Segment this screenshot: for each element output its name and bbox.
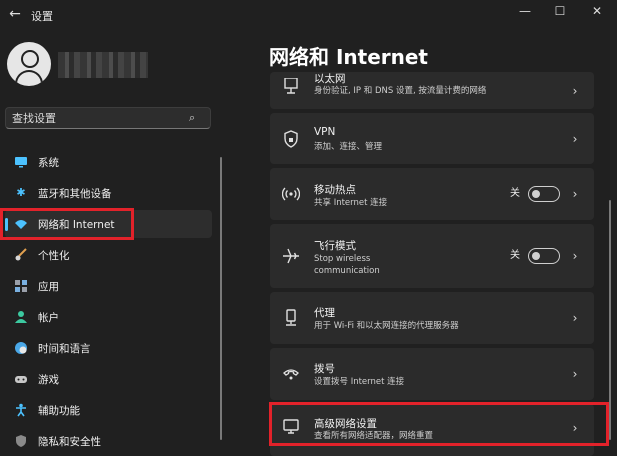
card-dialup[interactable]: 拨号 设置拨号 Internet 连接 › bbox=[270, 348, 594, 400]
sidebar-item-time-language[interactable]: 时间和语言 bbox=[5, 334, 212, 362]
toggle-state-label: 关 bbox=[510, 250, 520, 261]
card-subtitle: 添加、连接、管理 bbox=[314, 142, 383, 152]
card-ethernet[interactable]: 以太网 身份验证, IP 和 DNS 设置, 按流量计费的网络 › bbox=[270, 72, 594, 109]
toggle-knob bbox=[532, 252, 540, 260]
search-icon[interactable]: ⌕ bbox=[189, 111, 203, 125]
person-icon bbox=[14, 310, 28, 324]
sidebar-item-personalization[interactable]: 个性化 bbox=[5, 241, 212, 269]
chevron-right-icon: › bbox=[572, 367, 578, 381]
chevron-right-icon: › bbox=[572, 249, 578, 263]
close-button[interactable]: ✕ bbox=[578, 0, 616, 22]
sidebar-item-label: 个性化 bbox=[38, 250, 70, 262]
chevron-right-icon: › bbox=[572, 131, 578, 146]
card-subtitle-line2: communication bbox=[314, 266, 380, 276]
accessibility-icon bbox=[14, 403, 28, 417]
sidebar-item-label: 辅助功能 bbox=[38, 405, 80, 417]
blurred-account-name bbox=[58, 52, 148, 78]
sidebar-item-gaming[interactable]: 游戏 bbox=[5, 365, 212, 393]
sidebar-item-label: 应用 bbox=[38, 281, 59, 293]
card-title: 代理 bbox=[314, 307, 335, 319]
card-subtitle: 设置拨号 Internet 连接 bbox=[314, 377, 405, 387]
avatar-body-icon bbox=[15, 70, 43, 86]
mobile-hotspot-toggle[interactable] bbox=[528, 186, 560, 202]
dialup-icon bbox=[282, 365, 300, 383]
sidebar: ⌕ 系统 ✱ 蓝牙和其他设备 网络和 Internet 个性化 应用 帐户 bbox=[0, 30, 228, 448]
sidebar-item-accounts[interactable]: 帐户 bbox=[5, 303, 212, 331]
sidebar-item-apps[interactable]: 应用 bbox=[5, 272, 212, 300]
highlight-annotation-network bbox=[0, 208, 134, 240]
card-proxy[interactable]: 代理 用于 Wi-Fi 和以太网连接的代理服务器 › bbox=[270, 292, 594, 344]
search-box[interactable]: ⌕ bbox=[5, 107, 211, 129]
sidebar-item-label: 蓝牙和其他设备 bbox=[38, 188, 112, 200]
sidebar-item-label: 游戏 bbox=[38, 374, 59, 386]
app-title: 设置 bbox=[31, 10, 53, 23]
monitor-icon bbox=[14, 155, 28, 169]
proxy-icon bbox=[282, 309, 300, 327]
main-scrollbar[interactable] bbox=[609, 200, 611, 440]
card-title: VPN bbox=[314, 126, 336, 138]
sidebar-item-label: 帐户 bbox=[38, 312, 59, 324]
chevron-right-icon: › bbox=[572, 311, 578, 325]
gamepad-icon bbox=[14, 372, 28, 386]
chevron-right-icon: › bbox=[572, 83, 578, 98]
chevron-right-icon: › bbox=[572, 187, 578, 201]
highlight-annotation-advanced bbox=[269, 402, 609, 446]
sidebar-item-privacy[interactable]: 隐私和安全性 bbox=[5, 427, 212, 455]
back-arrow-icon[interactable]: ← bbox=[6, 5, 24, 23]
sidebar-item-bluetooth[interactable]: ✱ 蓝牙和其他设备 bbox=[5, 179, 212, 207]
card-vpn[interactable]: VPN 添加、连接、管理 › bbox=[270, 113, 594, 164]
brush-icon bbox=[14, 248, 28, 262]
hotspot-icon bbox=[282, 185, 300, 203]
card-subtitle: 用于 Wi-Fi 和以太网连接的代理服务器 bbox=[314, 321, 459, 331]
ethernet-icon bbox=[282, 77, 300, 96]
sidebar-item-system[interactable]: 系统 bbox=[5, 148, 212, 176]
maximize-button[interactable]: ☐ bbox=[541, 0, 579, 22]
globe-clock-icon bbox=[14, 341, 28, 355]
bluetooth-icon: ✱ bbox=[16, 186, 26, 199]
sidebar-item-label: 隐私和安全性 bbox=[38, 436, 101, 448]
card-title: 移动热点 bbox=[314, 184, 356, 196]
card-title: 以太网 bbox=[314, 73, 346, 85]
sidebar-scrollbar[interactable] bbox=[220, 157, 222, 440]
sidebar-item-label: 系统 bbox=[38, 157, 59, 169]
card-title: 拨号 bbox=[314, 363, 335, 375]
shield-icon bbox=[14, 434, 28, 448]
title-bar: ← 设置 — ☐ ✕ bbox=[0, 0, 617, 30]
card-subtitle: 共享 Internet 连接 bbox=[314, 198, 388, 208]
sidebar-item-accessibility[interactable]: 辅助功能 bbox=[5, 396, 212, 424]
toggle-state-label: 关 bbox=[510, 188, 520, 199]
airplane-icon bbox=[282, 247, 300, 265]
apps-icon bbox=[14, 279, 28, 293]
airplane-mode-toggle[interactable] bbox=[528, 248, 560, 264]
search-input[interactable] bbox=[12, 109, 182, 127]
vpn-shield-icon bbox=[282, 129, 300, 148]
card-airplane-mode[interactable]: 飞行模式 Stop wireless communication 关 › bbox=[270, 224, 594, 288]
page-title: 网络和 Internet bbox=[269, 45, 428, 69]
avatar[interactable] bbox=[7, 42, 51, 86]
card-subtitle: 身份验证, IP 和 DNS 设置, 按流量计费的网络 bbox=[314, 86, 487, 96]
card-mobile-hotspot[interactable]: 移动热点 共享 Internet 连接 关 › bbox=[270, 168, 594, 220]
card-title: 飞行模式 bbox=[314, 240, 356, 252]
avatar-head-icon bbox=[21, 50, 39, 68]
minimize-button[interactable]: — bbox=[506, 0, 544, 22]
toggle-knob bbox=[532, 190, 540, 198]
sidebar-item-label: 时间和语言 bbox=[38, 343, 91, 355]
